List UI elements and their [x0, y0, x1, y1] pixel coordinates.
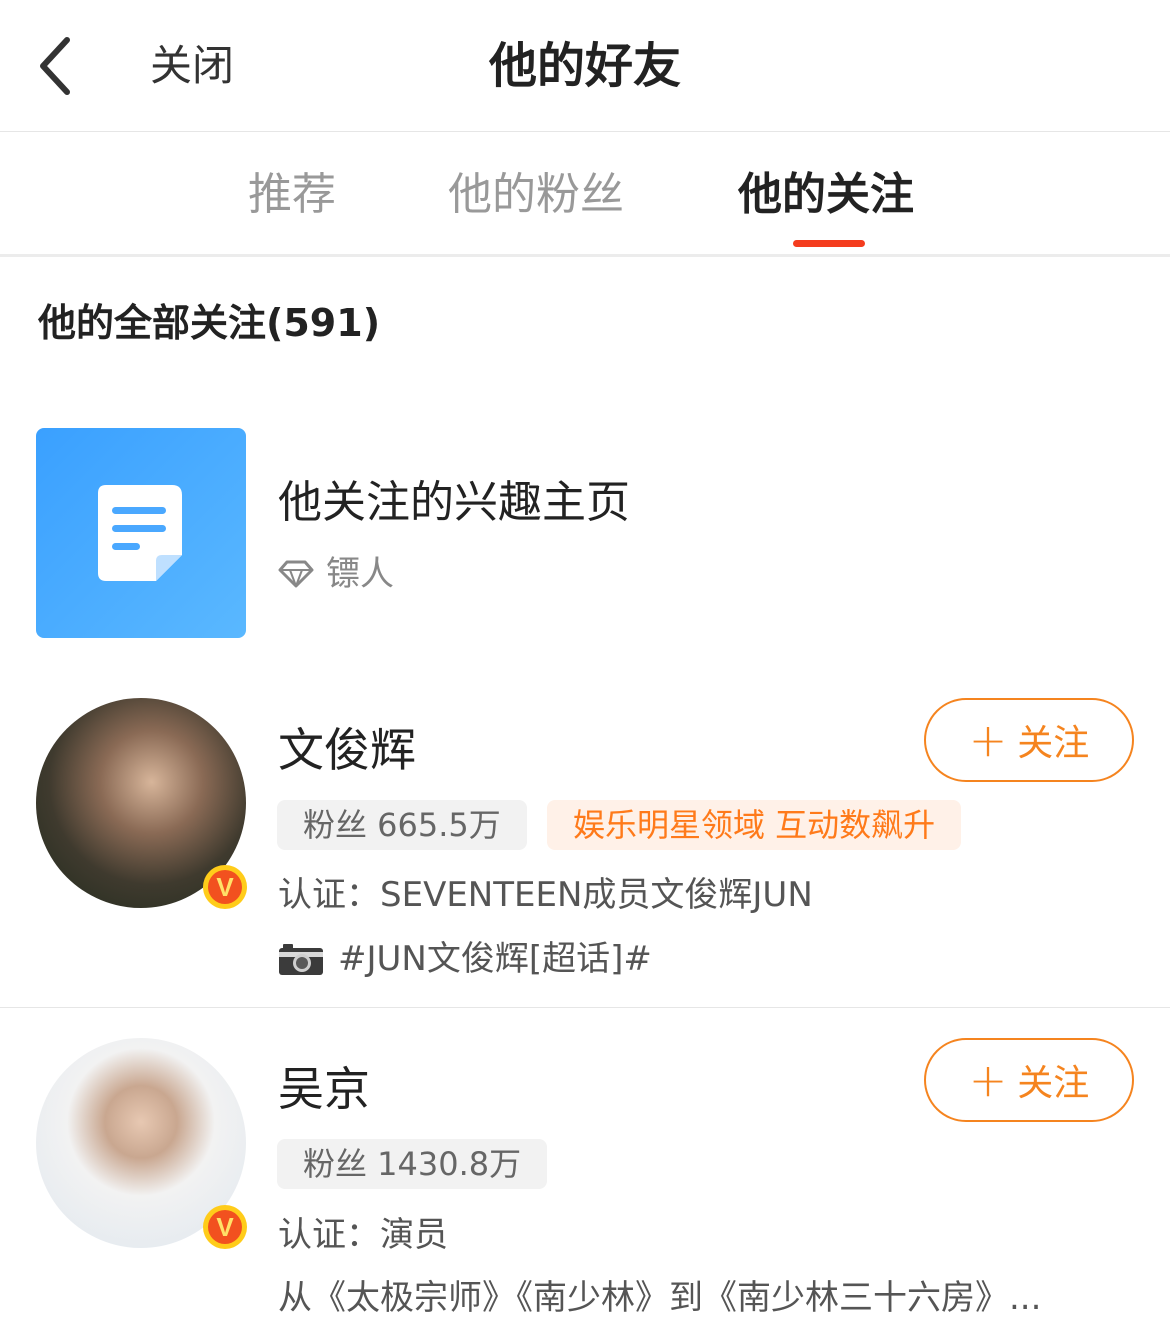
follow-label: 关注: [1017, 723, 1090, 764]
user-description: 从《太极宗师》《南少林》到《南少林三十六房》...: [278, 1278, 1042, 1318]
verified-badge-icon: V: [203, 1205, 247, 1249]
fans-count: 粉丝 1430.8万: [277, 1139, 548, 1189]
tab-bar: 推荐 他的粉丝 他的关注: [0, 133, 1170, 257]
camera-icon: [279, 944, 323, 975]
list-item[interactable]: V 吴京 + 关注 粉丝 1430.8万 认证：演员 从《太极宗师》《南少林》到…: [0, 1009, 1170, 1343]
follow-label: 关注: [1017, 1063, 1090, 1104]
interest-tag: 镖人: [278, 552, 394, 596]
interest-tag-label: 镖人: [326, 554, 394, 594]
verification-text: 认证：演员: [278, 1215, 448, 1255]
trend-badge[interactable]: 娱乐明星领域 互动数飙升: [547, 800, 962, 850]
verification-text: 认证：SEVENTEEN成员文俊辉JUN: [278, 875, 813, 915]
nav-bar: 关闭 他的好友: [0, 0, 1170, 132]
follow-button[interactable]: + 关注: [924, 698, 1134, 782]
avatar[interactable]: V: [36, 1038, 247, 1249]
interest-homepage-item[interactable]: 他关注的兴趣主页 镖人: [0, 410, 1170, 660]
section-title: 他的全部关注(591): [38, 301, 381, 345]
fans-count: 粉丝 665.5万: [277, 800, 527, 850]
diamond-icon: [278, 560, 314, 588]
follow-button[interactable]: + 关注: [924, 1038, 1134, 1122]
page-title: 他的好友: [488, 38, 681, 94]
plus-icon: +: [968, 713, 1008, 767]
verified-badge-icon: V: [203, 865, 247, 909]
user-name[interactable]: 吴京: [278, 1059, 370, 1119]
document-icon: [98, 485, 182, 581]
plus-icon: +: [968, 1053, 1008, 1107]
tab-recommend[interactable]: 推荐: [248, 167, 336, 223]
active-tab-indicator: [793, 240, 865, 247]
interest-title: 他关注的兴趣主页: [278, 477, 630, 528]
tab-followers[interactable]: 他的粉丝: [448, 167, 624, 223]
tab-following[interactable]: 他的关注: [738, 167, 914, 223]
avatar[interactable]: V: [36, 698, 247, 909]
topic-text: #JUN文俊辉[超话]#: [338, 939, 652, 979]
list-item[interactable]: V 文俊辉 + 关注 粉丝 665.5万 娱乐明星领域 互动数飙升 认证：SEV…: [0, 682, 1170, 1008]
topic-line[interactable]: #JUN文俊辉[超话]#: [278, 936, 652, 982]
user-name[interactable]: 文俊辉: [278, 720, 416, 780]
interest-thumbnail: [36, 428, 246, 638]
